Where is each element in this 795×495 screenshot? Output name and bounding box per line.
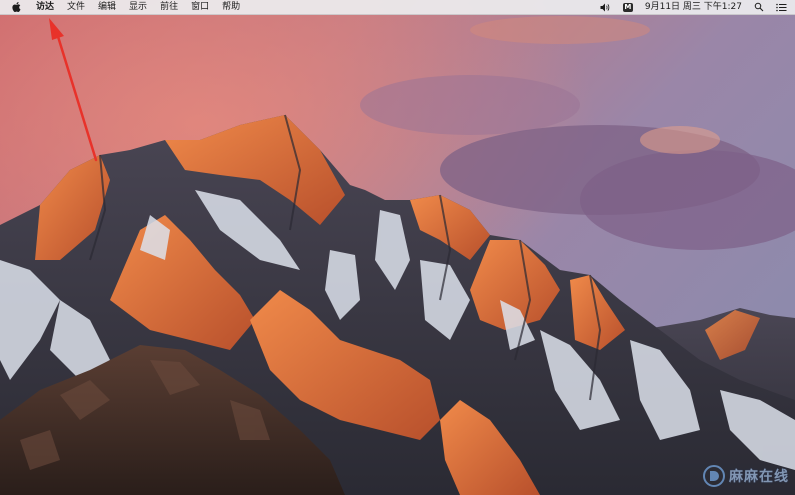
menu-edit[interactable]: 编辑 [98, 0, 116, 14]
watermark-logo-icon [703, 465, 725, 487]
menu-window[interactable]: 窗口 [191, 0, 209, 14]
menu-bar-left: 访达 文件 编辑 显示 前往 窗口 帮助 [0, 0, 253, 14]
watermark: 麻麻在线 [702, 461, 789, 491]
menu-bar-status: M 9月11日 周三 下午1:27 [588, 0, 795, 14]
volume-glyph [600, 3, 610, 11]
menu-help[interactable]: 帮助 [222, 0, 240, 14]
search-icon[interactable] [754, 0, 764, 14]
volume-icon[interactable] [600, 0, 611, 14]
menu-go[interactable]: 前往 [160, 0, 178, 14]
menu-file[interactable]: 文件 [67, 0, 85, 14]
search-glyph [754, 2, 764, 12]
input-method-icon[interactable]: M [622, 0, 633, 14]
notification-glyph [776, 3, 787, 11]
desktop-wallpaper [0, 0, 795, 495]
menu-finder[interactable]: 访达 [36, 0, 54, 14]
input-method-label: M [622, 2, 633, 12]
apple-logo-icon[interactable] [10, 0, 22, 14]
menu-view[interactable]: 显示 [129, 0, 147, 14]
apple-logo-glyph [11, 2, 20, 12]
clock-datetime[interactable]: 9月11日 周三 下午1:27 [645, 0, 742, 14]
notification-center-icon[interactable] [776, 0, 787, 14]
watermark-text: 麻麻在线 [729, 469, 789, 485]
menu-bar: 访达 文件 编辑 显示 前往 窗口 帮助 M 9月11日 周三 下午1:27 [0, 0, 795, 15]
desktop-screen: 访达 文件 编辑 显示 前往 窗口 帮助 M 9月11日 周三 下午1:27 麻… [0, 0, 795, 495]
